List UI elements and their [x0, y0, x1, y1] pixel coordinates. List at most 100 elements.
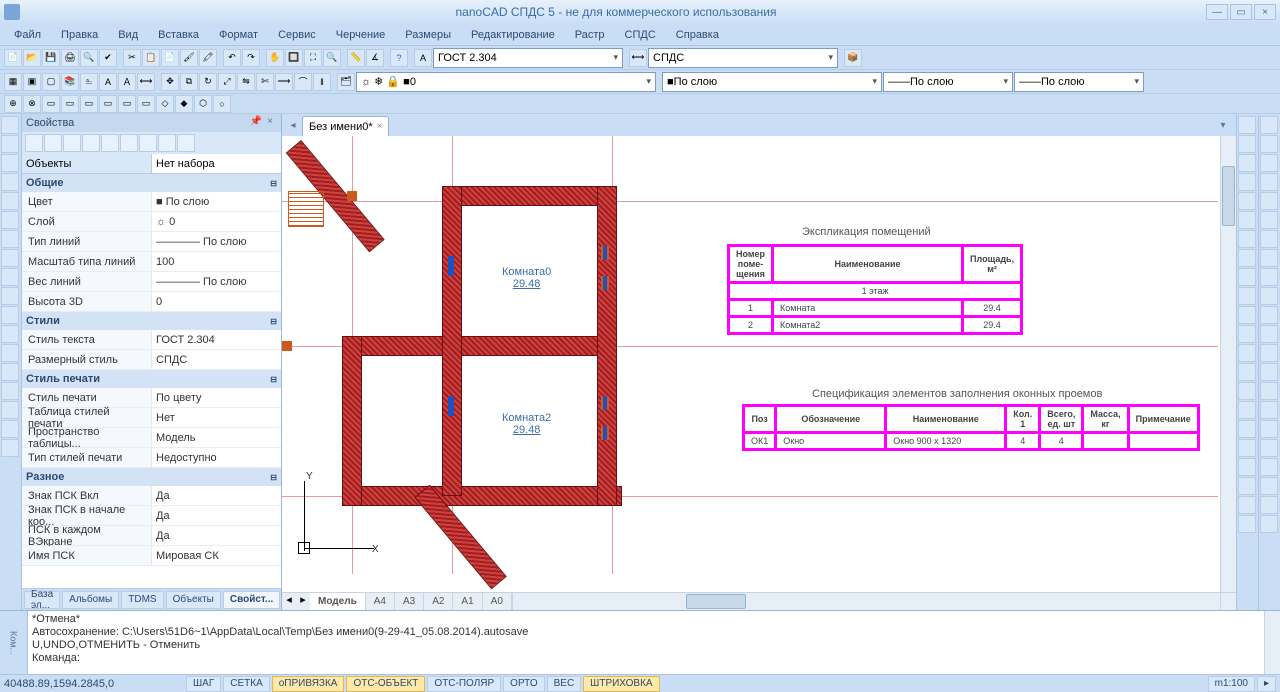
style-icon[interactable]: ⎁	[80, 73, 98, 91]
measure-icon[interactable]: ∡	[366, 49, 384, 67]
command-window[interactable]: Ком... *Отмена* Автосохранение: C:\Users…	[0, 610, 1280, 674]
dock-tool-icon[interactable]	[1260, 192, 1278, 210]
layout-tab[interactable]: A3	[395, 593, 424, 610]
dock-tool-icon[interactable]	[1238, 211, 1256, 229]
prop-row[interactable]: Цвет■ По слою	[22, 192, 281, 212]
layout-tab[interactable]: A1	[453, 593, 482, 610]
dock-tool-icon[interactable]	[1260, 382, 1278, 400]
dock-tool-icon[interactable]	[1, 249, 19, 267]
props-tab[interactable]: Свойст...	[223, 591, 280, 609]
dock-tool-icon[interactable]	[1260, 287, 1278, 305]
dock-tool-icon[interactable]	[1260, 211, 1278, 229]
dock-tool-icon[interactable]	[1238, 420, 1256, 438]
menu-Черчение[interactable]: Черчение	[328, 27, 394, 43]
v5-icon[interactable]: ▭	[80, 95, 98, 113]
help-icon[interactable]: ?	[390, 49, 408, 67]
dock-tool-icon[interactable]	[1260, 154, 1278, 172]
hscrollbar[interactable]	[526, 593, 1220, 610]
menu-СПДС[interactable]: СПДС	[617, 27, 664, 43]
prop-row[interactable]: Стиль текстаГОСТ 2.304	[22, 330, 281, 350]
status-toggle[interactable]: ШТРИХОВКА	[583, 676, 659, 692]
pin-icon[interactable]: 📌	[249, 116, 263, 130]
dock-tool-icon[interactable]	[1238, 439, 1256, 457]
objects-value[interactable]: Нет набора	[152, 154, 281, 173]
paste-icon[interactable]: 📄	[161, 49, 179, 67]
v7-icon[interactable]: ▭	[118, 95, 136, 113]
menu-Растр[interactable]: Растр	[567, 27, 613, 43]
doc-close-icon[interactable]: ×	[377, 121, 383, 132]
v3-icon[interactable]: ▭	[42, 95, 60, 113]
dock-tool-icon[interactable]	[1, 192, 19, 210]
dock-tool-icon[interactable]	[1260, 458, 1278, 476]
status-toggle[interactable]: ОТС-ПОЛЯР	[427, 676, 501, 692]
save-icon[interactable]: 💾	[42, 49, 60, 67]
dock-tool-icon[interactable]	[1238, 135, 1256, 153]
menu-Вид[interactable]: Вид	[110, 27, 146, 43]
menu-Размеры[interactable]: Размеры	[397, 27, 459, 43]
dock-tool-icon[interactable]	[1260, 268, 1278, 286]
spec-table[interactable]: Поз Обозначение Наименование Кол. 1 Всег…	[742, 404, 1200, 451]
prop-group[interactable]: Общие	[22, 174, 281, 192]
status-toggle[interactable]: СЕТКА	[223, 676, 270, 692]
dock-tool-icon[interactable]	[1238, 306, 1256, 324]
status-toggle[interactable]: ОТС-ОБЪЕКТ	[346, 676, 425, 692]
scale-icon[interactable]: ⤢	[218, 73, 236, 91]
menu-Формат[interactable]: Формат	[211, 27, 266, 43]
dist-icon[interactable]: 📏	[347, 49, 365, 67]
move-icon[interactable]: ✥	[161, 73, 179, 91]
dock-tool-icon[interactable]	[1, 420, 19, 438]
dimstyle-icon[interactable]: ⟷	[629, 49, 647, 67]
p7-icon[interactable]	[139, 134, 157, 152]
status-menu-icon[interactable]: ▸	[1257, 676, 1276, 692]
prop-row[interactable]: Вес линий———— По слою	[22, 272, 281, 292]
layout-tab[interactable]: A0	[483, 593, 512, 610]
dock-tool-icon[interactable]	[1238, 344, 1256, 362]
dock-tool-icon[interactable]	[1238, 287, 1256, 305]
menu-Файл[interactable]: Файл	[6, 27, 49, 43]
dock-tool-icon[interactable]	[1260, 363, 1278, 381]
document-tab[interactable]: Без имени0* ×	[302, 116, 389, 136]
layout-next-icon[interactable]: ▸	[296, 593, 310, 610]
command-handle[interactable]: Ком...	[0, 611, 28, 674]
prop-row[interactable]: Высота 3D0	[22, 292, 281, 312]
menu-Редактирование[interactable]: Редактирование	[463, 27, 563, 43]
open-icon[interactable]: 📂	[23, 49, 41, 67]
dock-tool-icon[interactable]	[1238, 515, 1256, 533]
p2-icon[interactable]	[44, 134, 62, 152]
color-combo[interactable]: ■ По слою	[662, 72, 882, 92]
dock-tool-icon[interactable]	[1, 230, 19, 248]
dock-tool-icon[interactable]	[1238, 173, 1256, 191]
p3-icon[interactable]	[63, 134, 81, 152]
v12-icon[interactable]: ○	[213, 95, 231, 113]
dock-tool-icon[interactable]	[1, 173, 19, 191]
dock-tool-icon[interactable]	[1260, 439, 1278, 457]
dock-tool-icon[interactable]	[1238, 268, 1256, 286]
dock-tool-icon[interactable]	[1, 211, 19, 229]
dock-tool-icon[interactable]	[1260, 306, 1278, 324]
dock-tool-icon[interactable]	[1260, 515, 1278, 533]
dock-tool-icon[interactable]	[1, 135, 19, 153]
dock-tool-icon[interactable]	[1, 287, 19, 305]
offset-icon[interactable]: ‖	[313, 73, 331, 91]
text-icon[interactable]: A	[99, 73, 117, 91]
properties-list[interactable]: ОбщиеЦвет■ По слоюСлой☼ 0Тип линий———— П…	[22, 174, 281, 588]
dock-tool-icon[interactable]	[1, 344, 19, 362]
dock-tool-icon[interactable]	[1238, 458, 1256, 476]
dim-style-combo[interactable]: СПДС	[648, 48, 838, 68]
matchprop-icon[interactable]: 🖌	[180, 49, 198, 67]
dock-tool-icon[interactable]	[1, 382, 19, 400]
panel-close-icon[interactable]: ×	[263, 116, 277, 130]
v6-icon[interactable]: ▭	[99, 95, 117, 113]
dock-tool-icon[interactable]	[1238, 363, 1256, 381]
p5-icon[interactable]	[101, 134, 119, 152]
dock-tool-icon[interactable]	[1, 439, 19, 457]
dock-tool-icon[interactable]	[1238, 401, 1256, 419]
dock-tool-icon[interactable]	[1238, 192, 1256, 210]
selall-icon[interactable]: ▦	[4, 73, 22, 91]
dock-tool-icon[interactable]	[1, 306, 19, 324]
layerprops-icon[interactable]: 🗂	[337, 73, 355, 91]
mtext-icon[interactable]: Ａ	[118, 73, 136, 91]
status-toggle[interactable]: ВЕС	[547, 676, 582, 692]
insert-icon[interactable]: 📦	[844, 49, 862, 67]
explication-table[interactable]: Номер поме- щенияНаименованиеПлощадь, м²…	[727, 244, 1023, 335]
